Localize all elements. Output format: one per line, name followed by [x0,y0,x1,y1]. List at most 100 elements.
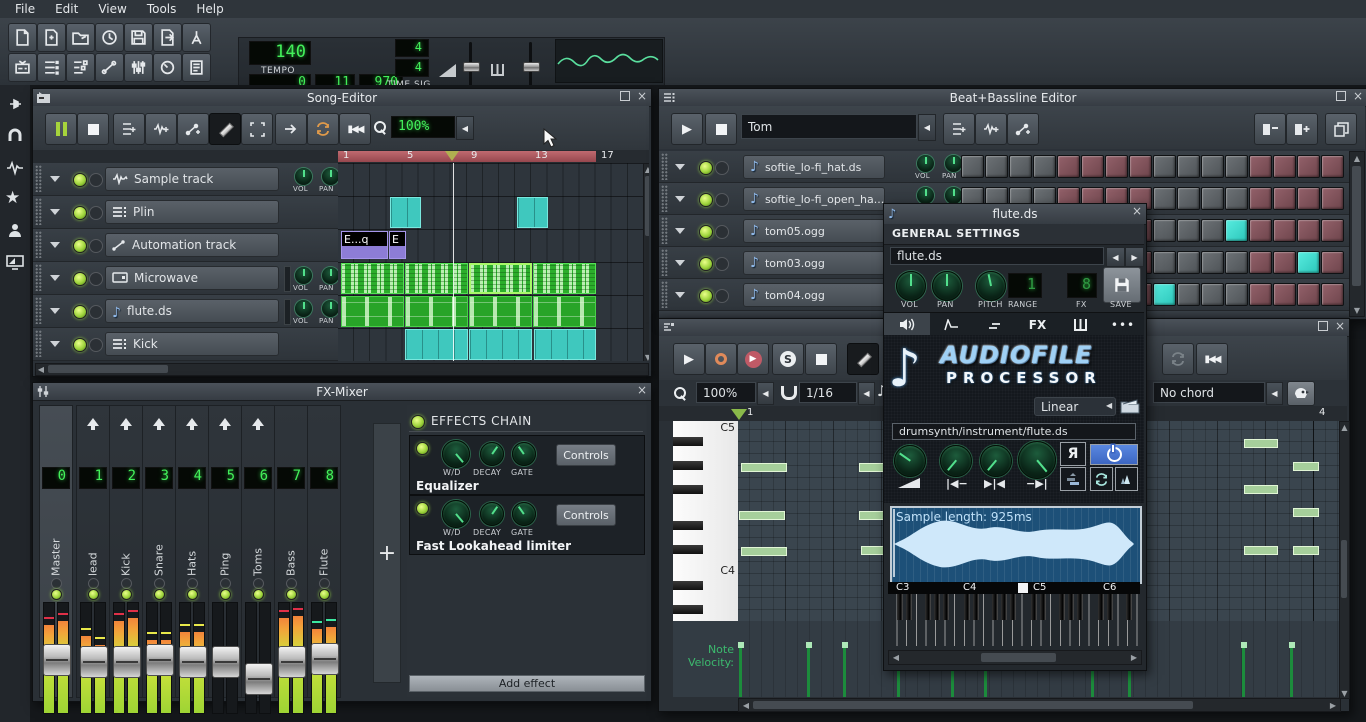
pattern-clip[interactable] [533,263,596,294]
new-project-button[interactable] [8,23,37,52]
step-cell[interactable] [961,155,984,178]
track-grip[interactable] [35,198,42,225]
star-icon[interactable]: ★ [5,188,20,208]
step-cell[interactable] [1177,283,1200,306]
track-grip[interactable] [35,165,42,192]
afp-amplify-knob[interactable] [894,445,926,477]
draw-mode-button[interactable] [209,113,241,145]
step-cell[interactable] [1297,251,1320,274]
step-cell[interactable] [1297,283,1320,306]
mixer-channel-master[interactable]: 0Master [39,405,73,698]
track-solo-led[interactable] [89,239,103,253]
channel-led-on[interactable] [51,589,62,600]
step-cell[interactable] [1249,187,1272,210]
mixer-channel-bass[interactable]: 7Bass [274,405,308,698]
afp-loopback-knob[interactable] [980,445,1012,477]
loop-mode-button[interactable] [1090,467,1113,491]
bb-track-name-button[interactable]: ♪tom04.ogg [743,283,885,307]
channel-fader[interactable] [179,646,207,678]
track-grip[interactable] [35,264,42,291]
track-actions-caret[interactable] [675,196,685,202]
pr-zoom-display[interactable]: 100% [696,382,756,403]
toggle-song-editor-button[interactable] [8,53,37,82]
channel-led-on[interactable] [154,589,165,600]
pattern-clip[interactable] [405,263,468,294]
channel-led-on[interactable] [88,589,99,600]
step-cell[interactable] [1225,187,1248,210]
bb-play-button[interactable]: ▶ [671,113,703,145]
controls-button[interactable]: Controls [556,444,616,466]
instrument-pitch-knob[interactable] [976,271,1006,301]
piano-roll-note[interactable] [741,547,787,556]
black-key[interactable] [673,461,703,470]
piano-roll-note[interactable] [1244,485,1278,494]
channel-led-on[interactable] [187,589,198,600]
step-cell[interactable] [1153,251,1176,274]
step-cell[interactable] [1273,155,1296,178]
add-sample-track-button[interactable] [145,113,177,145]
project-notes-button[interactable] [182,53,211,82]
recently-opened-button[interactable] [95,23,124,52]
step-cell[interactable] [1249,219,1272,242]
track-grip[interactable] [35,330,42,357]
mixer-channel-hats[interactable]: 4Hats [175,405,209,698]
piano-roll-note[interactable] [741,463,787,472]
black-key[interactable] [1010,594,1016,620]
bb-stop-button[interactable] [705,113,737,145]
pattern-clip[interactable] [341,263,404,294]
add-effect-button[interactable]: Add effect [409,675,645,692]
pr-loop-button[interactable] [1162,343,1194,375]
track-solo-led[interactable] [89,206,103,220]
track-solo-led[interactable] [715,193,729,207]
step-cell[interactable] [1321,155,1344,178]
fx-channel-display[interactable]: 8 [1067,273,1097,298]
bb-track-name-button[interactable]: ♪tom05.ogg [743,219,885,243]
track-solo-led[interactable] [89,272,103,286]
song-stop-button[interactable] [77,113,109,145]
step-cell[interactable] [1201,187,1224,210]
tab-more[interactable]: ••• [1102,313,1144,336]
step-cell[interactable] [1321,283,1344,306]
track-name-button[interactable]: Kick [105,332,279,356]
track-mute-led[interactable] [699,225,713,239]
black-key[interactable] [673,485,703,494]
song-timeline[interactable]: 1591317 [33,150,649,163]
pitch-range-display[interactable]: 1 [1008,273,1042,298]
velocity-bar[interactable] [843,647,846,697]
pingpong-mode-button[interactable] [1115,467,1138,491]
loop-toggle-button[interactable] [307,113,339,145]
menu-item-tools[interactable]: Tools [138,1,186,17]
piano-roll-note[interactable] [1293,546,1319,555]
track-mute-led[interactable] [699,257,713,271]
track-solo-led[interactable] [89,305,103,319]
bb-pattern-clip[interactable] [517,197,548,228]
save-project-button[interactable] [124,23,153,52]
pr-play-button[interactable]: ▶ [673,343,705,375]
mixer-channel-ping[interactable]: 5Ping [208,405,242,698]
step-cell[interactable] [1249,251,1272,274]
step-cell[interactable] [1129,155,1152,178]
track-grip[interactable] [661,217,668,244]
pr-chord-display[interactable]: No chord [1153,382,1265,403]
add-bb-track-button[interactable] [113,113,145,145]
interpolation-selector[interactable]: Linear [1034,397,1116,416]
fx-mixer-close-button[interactable]: × [637,385,647,395]
black-key[interactable] [1077,594,1083,620]
track-name-button[interactable]: ♪flute.ds [105,299,279,323]
piano-roll-note[interactable] [1244,546,1278,555]
project-properties-button[interactable] [182,23,211,52]
step-cell[interactable] [1297,187,1320,210]
step-cell[interactable] [1249,283,1272,306]
bb-editor-close-button[interactable]: × [1353,91,1363,101]
track-actions-caret[interactable] [675,228,685,234]
song-playhead-marker[interactable] [445,151,459,161]
track-solo-led[interactable] [715,289,729,303]
step-cell[interactable] [985,155,1008,178]
track-pan-knob[interactable] [322,267,339,284]
song-zoom-decrease-arrow[interactable]: ◀ [456,116,474,140]
bb-steps-add-bar-button[interactable] [1286,113,1318,145]
step-cell[interactable] [1201,219,1224,242]
gate-knob[interactable] [512,442,536,466]
bb-editor-maximize-button[interactable] [1336,91,1346,101]
keyboard-marker[interactable] [1018,583,1028,593]
